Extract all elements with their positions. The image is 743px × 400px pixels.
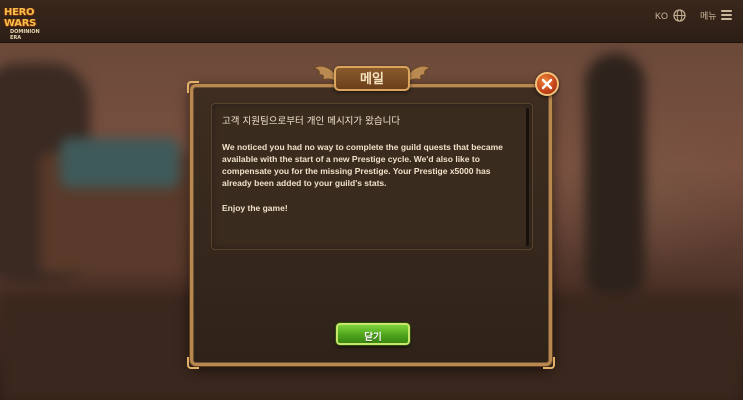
globe-icon[interactable] xyxy=(673,9,686,22)
game-logo[interactable]: HERO WARS DOMINION ERA xyxy=(4,7,50,41)
menu-label[interactable]: 메뉴 xyxy=(700,9,717,23)
message-scrollbar[interactable] xyxy=(526,108,529,246)
dialog-title-plate: 메일 xyxy=(334,66,410,91)
background-cypress xyxy=(585,53,645,303)
language-code[interactable]: KO xyxy=(655,9,668,23)
message-subject: 고객 지원팀으로부터 개인 메시지가 왔습니다 xyxy=(222,116,401,127)
dialog-title: 메일 xyxy=(360,72,384,87)
close-button-label: 닫기 xyxy=(364,332,382,343)
frame-corner xyxy=(543,357,555,369)
background-roof xyxy=(60,138,180,188)
hamburger-icon[interactable] xyxy=(721,10,732,20)
message-closing: Enjoy the game! xyxy=(222,203,288,213)
logo-subtitle: DOMINION ERA xyxy=(10,29,40,41)
close-icon xyxy=(541,78,553,90)
top-bar: HERO WARS DOMINION ERA KO 메뉴 xyxy=(0,0,743,43)
logo-title: HERO WARS xyxy=(4,7,37,29)
close-button[interactable]: 닫기 xyxy=(336,323,410,345)
message-body: We noticed you had no way to complete th… xyxy=(222,142,503,188)
frame-corner xyxy=(187,81,199,93)
frame-corner xyxy=(187,357,199,369)
close-dialog-button[interactable] xyxy=(535,72,559,96)
message-panel: 고객 지원팀으로부터 개인 메시지가 왔습니다 We noticed you h… xyxy=(211,103,533,250)
